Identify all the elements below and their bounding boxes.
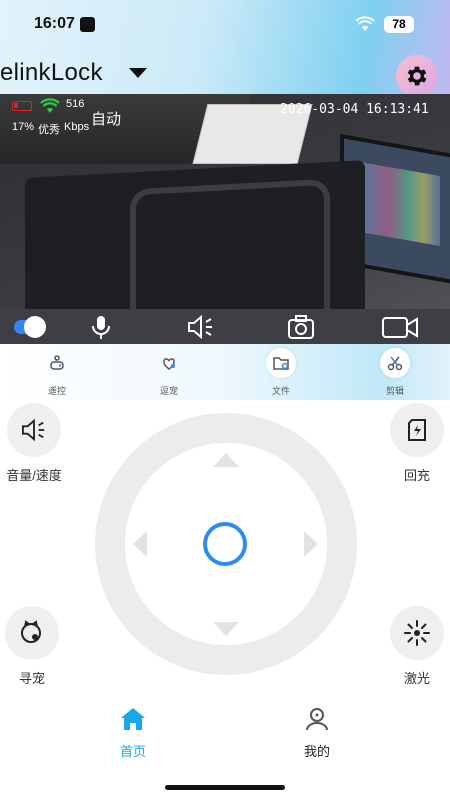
wifi-icon — [355, 16, 375, 31]
resolution-mode[interactable]: 自动 — [91, 108, 121, 129]
signal-icon — [40, 98, 60, 113]
arrow-right-icon[interactable] — [304, 531, 318, 557]
nav-home-label: 首页 — [119, 744, 146, 759]
video-record-icon[interactable] — [381, 314, 419, 340]
nav-mine[interactable]: 我的 — [277, 706, 357, 760]
volume-speed-circle — [7, 403, 61, 457]
speaker-icon — [22, 418, 45, 442]
camera-snapshot-icon[interactable] — [287, 314, 315, 340]
status-bar: 16:07 78 — [0, 0, 450, 50]
function-tabs: 遥控 逗宠 文件 剪辑 — [0, 344, 450, 400]
light-toggle[interactable] — [14, 316, 48, 338]
charge-icon — [408, 419, 426, 441]
device-title[interactable]: elinkLock — [0, 59, 103, 87]
tab-edit[interactable]: 剪辑 — [365, 348, 425, 398]
nav-home[interactable]: 首页 — [93, 706, 173, 760]
toggle-knob — [24, 316, 46, 338]
direction-pad-center[interactable] — [203, 522, 247, 566]
cat-search-icon — [21, 620, 41, 643]
tab-pet-play-label: 逗宠 — [159, 386, 178, 396]
laser-button[interactable]: 激光 — [387, 606, 447, 687]
volume-speed-button[interactable]: 音量/速度 — [4, 403, 64, 484]
nav-mine-label: 我的 — [303, 744, 330, 759]
bitrate-value: 516 — [66, 98, 85, 110]
scissors-icon — [380, 348, 410, 378]
tab-remote-label: 遥控 — [47, 386, 66, 396]
recharge-button[interactable]: 回充 — [387, 403, 447, 484]
signal-quality: 优秀 — [38, 124, 60, 136]
recharge-circle — [390, 403, 444, 457]
recharge-label: 回充 — [403, 468, 430, 483]
home-indicator — [165, 785, 285, 790]
tab-files[interactable]: 文件 — [251, 348, 311, 398]
arrow-left-icon[interactable] — [133, 531, 147, 557]
bitrate-unit: Kbps — [64, 121, 90, 133]
video-scene-screen — [360, 161, 440, 247]
video-timestamp: 2026-03-04 16:13:41 — [280, 102, 429, 117]
title-row: elinkLock — [0, 55, 450, 97]
volume-speed-label: 音量/速度 — [6, 468, 62, 483]
tab-edit-label: 剪辑 — [385, 386, 404, 396]
find-pet-circle — [5, 606, 59, 660]
find-pet-button[interactable]: 寻宠 — [2, 606, 62, 687]
find-pet-label: 寻宠 — [18, 671, 45, 686]
pet-play-icon — [154, 348, 184, 378]
dropdown-icon[interactable] — [129, 68, 147, 78]
speaker-icon[interactable] — [186, 314, 216, 340]
laser-icon — [404, 620, 430, 646]
camera-video-feed[interactable]: 516 17% 优秀 Kbps 自动 2026-03-04 16:13:41 — [0, 94, 450, 344]
arrow-up-icon[interactable] — [213, 453, 239, 467]
arrow-down-icon[interactable] — [213, 622, 239, 636]
user-icon — [306, 708, 328, 731]
microphone-icon[interactable] — [89, 314, 113, 340]
device-battery-percent: 17% — [12, 121, 35, 133]
video-controls — [0, 312, 450, 344]
tab-pet-play[interactable]: 逗宠 — [139, 348, 199, 398]
home-icon — [121, 708, 145, 730]
settings-button[interactable] — [396, 55, 438, 97]
tab-remote[interactable]: 遥控 — [27, 348, 87, 398]
remote-icon — [42, 348, 72, 378]
battery-indicator: 78 — [384, 16, 414, 33]
laser-circle — [390, 606, 444, 660]
laser-label: 激光 — [403, 671, 430, 686]
status-time: 16:07 — [34, 15, 75, 32]
bottom-nav: 首页 我的 — [0, 700, 450, 770]
device-battery-icon — [12, 101, 32, 111]
tab-files-label: 文件 — [271, 386, 290, 396]
file-icon — [266, 348, 296, 378]
gear-icon — [407, 66, 427, 86]
status-app-indicator — [80, 17, 95, 32]
